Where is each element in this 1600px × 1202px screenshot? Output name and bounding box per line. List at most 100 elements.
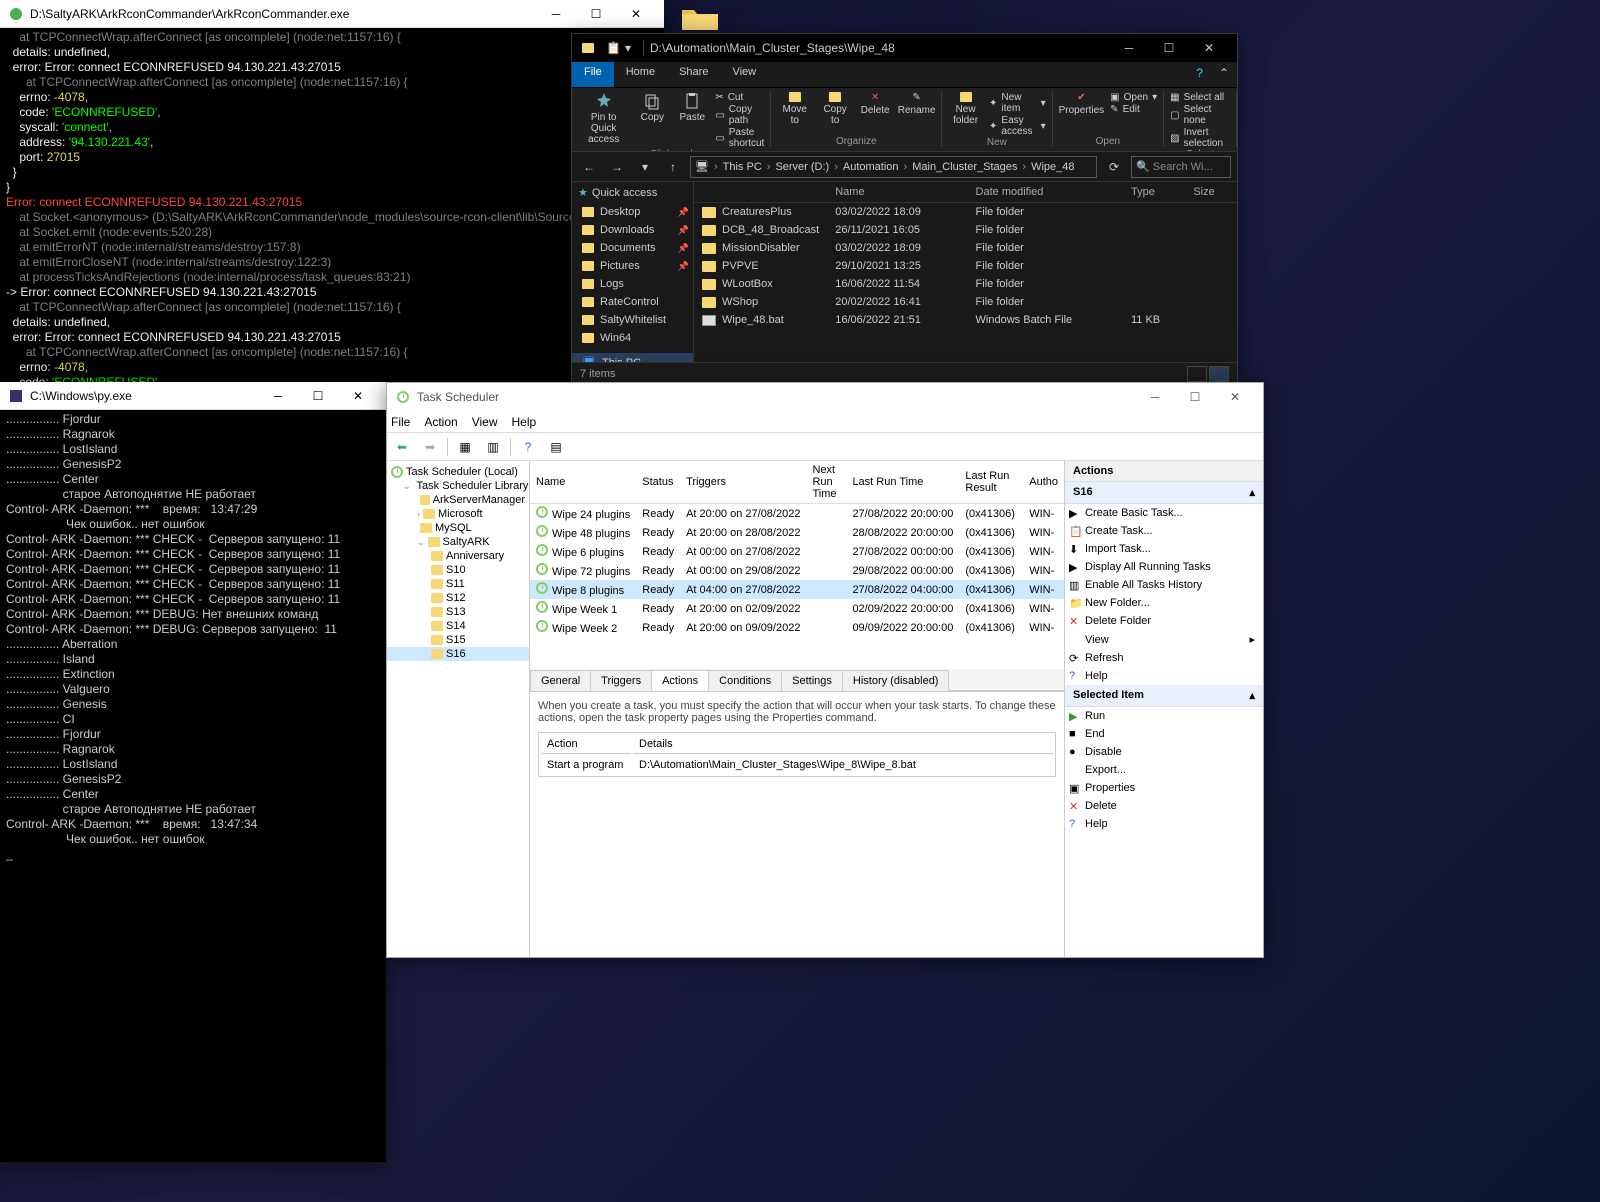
detail-tab[interactable]: Settings — [781, 670, 843, 691]
action-link[interactable]: ●Disable — [1065, 743, 1263, 761]
menu-item[interactable]: View — [472, 415, 498, 429]
detail-tab[interactable]: History (disabled) — [842, 670, 950, 691]
tab-home[interactable]: Home — [614, 62, 667, 87]
tree-node[interactable]: MySQL — [387, 521, 529, 535]
quick-access-header[interactable]: ★Quick access — [572, 182, 693, 203]
tree-item[interactable]: Logs — [572, 275, 693, 293]
properties-button[interactable]: ✔Properties — [1059, 92, 1105, 116]
tree-item[interactable]: RateControl — [572, 293, 693, 311]
breadcrumb-item[interactable]: Server (D:) — [775, 161, 829, 173]
help-icon[interactable]: ? — [1188, 62, 1211, 87]
action-link[interactable]: 📁New Folder... — [1065, 594, 1263, 612]
view-details-button[interactable] — [1187, 366, 1207, 382]
copy-path-button[interactable]: ▭ Copy path — [715, 104, 764, 126]
tree-node[interactable]: S12 — [387, 591, 529, 605]
forward-button[interactable]: ➡ — [419, 436, 441, 458]
detail-tab[interactable]: General — [530, 670, 591, 691]
close-button[interactable]: ✕ — [1189, 34, 1229, 62]
breadcrumb-item[interactable]: Main_Cluster_Stages — [912, 161, 1017, 173]
edit-button[interactable]: ✎ Edit — [1110, 104, 1157, 115]
file-row[interactable]: WShop20/02/2022 16:41File folder — [694, 293, 1237, 311]
action-row[interactable]: Start a program D:\Automation\Main_Clust… — [541, 756, 1053, 774]
detail-tab[interactable]: Actions — [651, 670, 709, 691]
detail-tab[interactable]: Triggers — [590, 670, 652, 691]
new-folder-button[interactable]: New folder — [948, 92, 983, 126]
tree-node[interactable]: S16 — [387, 647, 529, 661]
cut-button[interactable]: ✂ Cut — [715, 92, 764, 103]
tab-view[interactable]: View — [720, 62, 768, 87]
col-size[interactable]: Size — [1185, 182, 1237, 203]
back-button[interactable]: ← — [578, 156, 600, 178]
menu-item[interactable]: Help — [512, 415, 537, 429]
titlebar[interactable]: 📋▾ D:\Automation\Main_Cluster_Stages\Wip… — [572, 34, 1237, 62]
toolbar-button[interactable]: ▥ — [482, 436, 504, 458]
refresh-button[interactable]: ⟳ — [1103, 156, 1125, 178]
tree-item[interactable]: Desktop📌 — [572, 203, 693, 221]
tree-node[interactable]: ⌄SaltyARK — [387, 535, 529, 549]
rename-button[interactable]: ✎Rename — [898, 92, 935, 116]
action-link[interactable]: ▶Display All Running Tasks — [1065, 558, 1263, 576]
action-link[interactable]: ⟳Refresh — [1065, 649, 1263, 667]
paste-button[interactable]: Paste — [675, 92, 709, 123]
col-type[interactable]: Type — [1123, 182, 1185, 203]
invert-selection-button[interactable]: ▨ Invert selection — [1170, 127, 1230, 149]
file-row[interactable]: Wipe_48.bat16/06/2022 21:51Windows Batch… — [694, 311, 1237, 329]
easy-access-button[interactable]: ✦ Easy access ▾ — [989, 115, 1046, 137]
open-button[interactable]: ▣ Open ▾ — [1110, 92, 1157, 103]
breadcrumb-item[interactable]: Automation — [843, 161, 899, 173]
file-row[interactable]: PVPVE29/10/2021 13:25File folder — [694, 257, 1237, 275]
recent-dropdown[interactable]: ▾ — [634, 156, 656, 178]
pin-quick-access-button[interactable]: Pin to Quick access — [578, 92, 629, 145]
minimize-button[interactable]: ─ — [1135, 383, 1175, 411]
move-to-button[interactable]: Move to — [777, 92, 812, 126]
tree-item[interactable]: Documents📌 — [572, 239, 693, 257]
select-all-button[interactable]: ▦ Select all — [1170, 92, 1230, 103]
tree-node[interactable]: Anniversary — [387, 549, 529, 563]
tree-node[interactable]: ›Microsoft — [387, 507, 529, 521]
close-button[interactable]: ✕ — [338, 382, 378, 410]
up-button[interactable]: ↑ — [662, 156, 684, 178]
tree-item[interactable]: Pictures📌 — [572, 257, 693, 275]
action-link[interactable]: ▶Create Basic Task... — [1065, 504, 1263, 522]
back-button[interactable]: ⬅ — [391, 436, 413, 458]
maximize-button[interactable]: ☐ — [576, 0, 616, 28]
titlebar[interactable]: Task Scheduler ─ ☐ ✕ — [387, 383, 1263, 411]
action-link[interactable]: ?Help — [1065, 667, 1263, 685]
tab-file[interactable]: File — [572, 62, 614, 87]
breadcrumb-item[interactable]: This PC — [723, 161, 762, 173]
task-row[interactable]: Wipe 24 pluginsReadyAt 20:00 on 27/08/20… — [530, 504, 1064, 524]
close-button[interactable]: ✕ — [1215, 383, 1255, 411]
tree-item[interactable]: SaltyWhitelist — [572, 311, 693, 329]
action-link[interactable]: ?Help — [1065, 815, 1263, 833]
this-pc-node[interactable]: 🖥This PC — [572, 353, 693, 362]
tree-item[interactable]: Win64 — [572, 329, 693, 347]
action-link[interactable]: View▸ — [1065, 630, 1263, 649]
help-button[interactable]: ? — [517, 436, 539, 458]
col-date[interactable]: Date modified — [968, 182, 1123, 203]
delete-button[interactable]: ✕Delete — [858, 92, 892, 116]
tab-share[interactable]: Share — [667, 62, 720, 87]
maximize-button[interactable]: ☐ — [1149, 34, 1189, 62]
task-row[interactable]: Wipe 8 pluginsReadyAt 04:00 on 27/08/202… — [530, 580, 1064, 599]
file-row[interactable]: DCB_48_Broadcast26/11/2021 16:05File fol… — [694, 221, 1237, 239]
toolbar-button[interactable]: ▦ — [454, 436, 476, 458]
tree-item[interactable]: Downloads📌 — [572, 221, 693, 239]
breadcrumb[interactable]: 🖥›This PC›Server (D:)›Automation›Main_Cl… — [690, 156, 1097, 178]
maximize-button[interactable]: ☐ — [298, 382, 338, 410]
col-name[interactable]: Name — [827, 182, 967, 203]
detail-tab[interactable]: Conditions — [708, 670, 782, 691]
action-link[interactable]: Export... — [1065, 761, 1263, 779]
titlebar[interactable]: D:\SaltyARK\ArkRconCommander\ArkRconComm… — [0, 0, 664, 28]
minimize-button[interactable]: ─ — [1109, 34, 1149, 62]
task-row[interactable]: Wipe 72 pluginsReadyAt 00:00 on 29/08/20… — [530, 561, 1064, 580]
tree-node[interactable]: S13 — [387, 605, 529, 619]
task-row[interactable]: Wipe 6 pluginsReadyAt 00:00 on 27/08/202… — [530, 542, 1064, 561]
action-link[interactable]: ▣Properties — [1065, 779, 1263, 797]
breadcrumb-item[interactable]: Wipe_48 — [1031, 161, 1074, 173]
menu-item[interactable]: File — [391, 415, 410, 429]
copy-button[interactable]: Copy — [635, 92, 669, 123]
task-row[interactable]: Wipe Week 2ReadyAt 20:00 on 09/09/202209… — [530, 618, 1064, 637]
action-link[interactable]: ▥Enable All Tasks History — [1065, 576, 1263, 594]
tree-library[interactable]: ⌄Task Scheduler Library — [387, 479, 529, 493]
minimize-button[interactable]: ─ — [258, 382, 298, 410]
